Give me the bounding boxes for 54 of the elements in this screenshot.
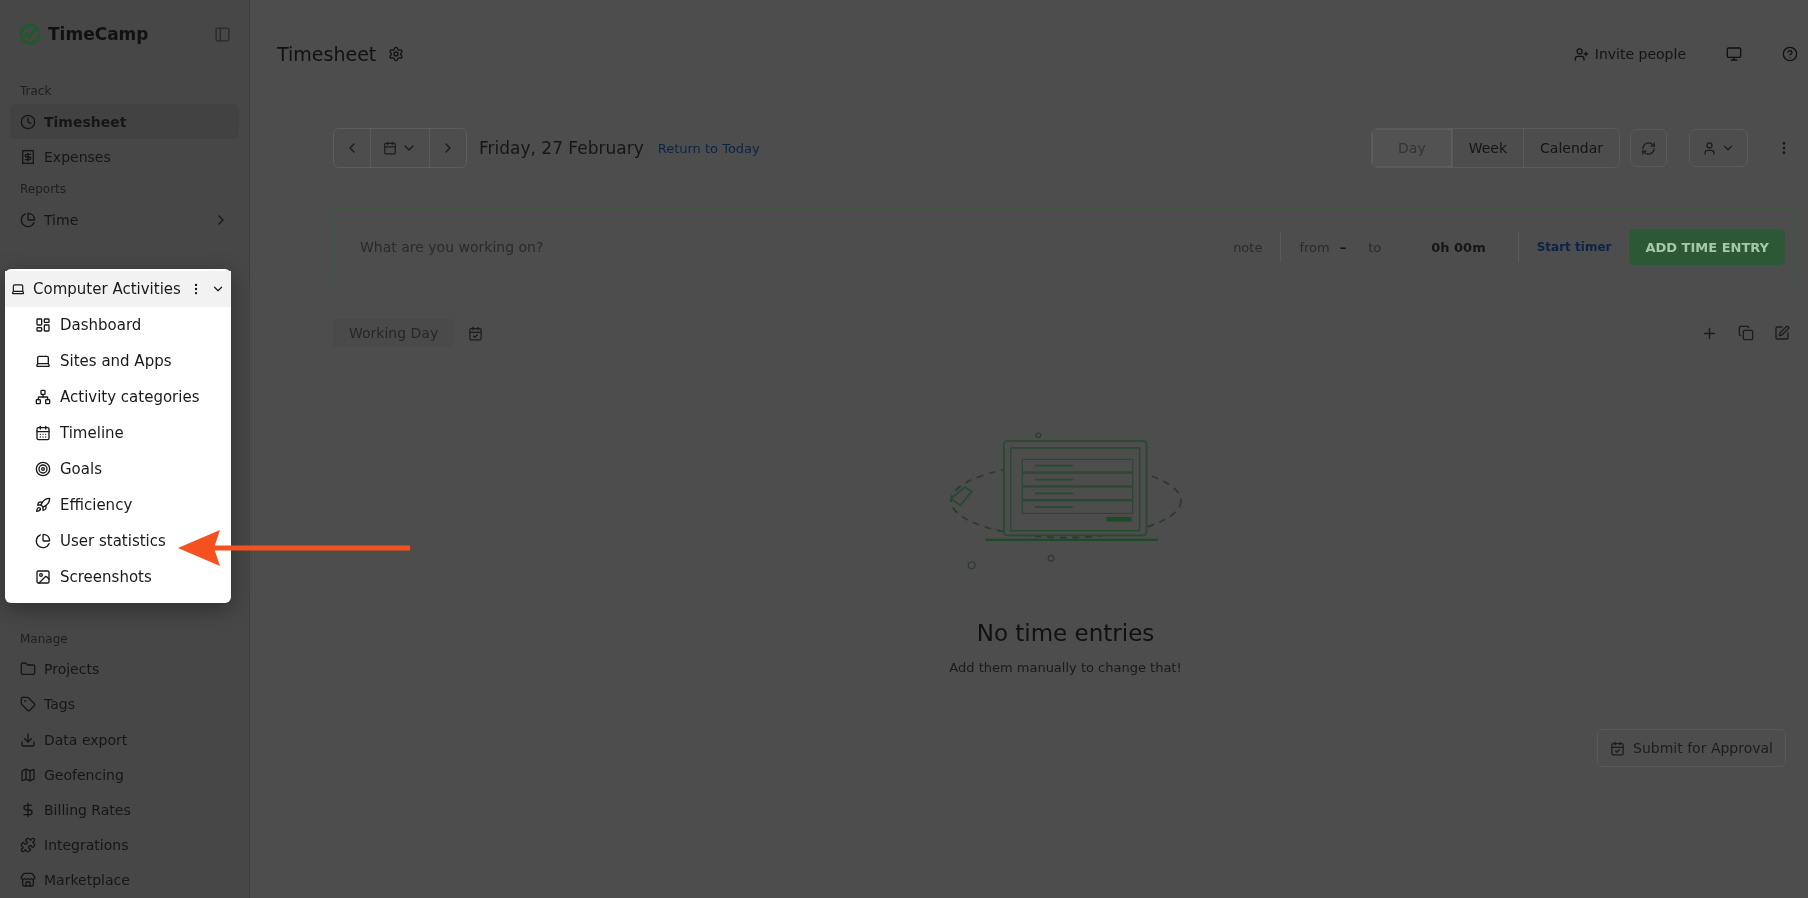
menu-header[interactable]: Computer Activities <box>5 271 231 307</box>
calendar-icon <box>35 425 51 441</box>
menu-item[interactable]: Activity categories <box>5 379 231 415</box>
menu-item[interactable]: Timeline <box>5 415 231 451</box>
pie-chart-icon <box>20 212 36 228</box>
menu-item[interactable]: Screenshots <box>5 559 231 595</box>
refresh-icon <box>1641 140 1656 156</box>
menu-item[interactable]: Efficiency <box>5 487 231 523</box>
empty-state-title: No time entries <box>976 620 1155 646</box>
laptop-icon <box>11 281 26 297</box>
edit-icon[interactable] <box>1774 324 1790 341</box>
laptop-icon <box>35 353 51 369</box>
pie-chart-icon <box>35 533 51 549</box>
add-time-entry-button[interactable]: ADD TIME ENTRY <box>1629 229 1785 265</box>
settings-icon[interactable] <box>388 46 405 62</box>
store-icon <box>20 872 36 889</box>
calendar-check-icon[interactable] <box>468 325 484 341</box>
dollar-icon <box>20 802 36 818</box>
view-tab[interactable]: Calendar <box>1524 129 1619 167</box>
return-to-today-link[interactable]: Return to Today <box>657 140 760 156</box>
menu-item[interactable]: User statistics <box>5 523 231 559</box>
invite-people-link[interactable]: Invite people <box>1594 46 1686 62</box>
calendar-check-icon <box>1610 740 1626 756</box>
duration-value[interactable]: 0h 00m <box>1431 239 1486 255</box>
refresh-button[interactable] <box>1630 129 1667 167</box>
download-icon <box>20 731 36 748</box>
clock-icon <box>20 113 36 130</box>
map-icon <box>20 766 36 783</box>
menu-item[interactable]: Dashboard <box>5 307 231 343</box>
view-tab[interactable]: Week <box>1452 129 1525 167</box>
user-filter-button[interactable] <box>1689 129 1748 167</box>
puzzle-icon <box>20 837 36 854</box>
from-value[interactable]: – <box>1339 239 1347 255</box>
current-date: Friday, 27 February <box>479 138 644 158</box>
rocket-icon <box>35 497 51 513</box>
calendar-icon <box>383 141 397 155</box>
start-timer-button[interactable]: Start timer <box>1530 239 1618 255</box>
help-icon[interactable] <box>1782 46 1798 62</box>
menu-item[interactable]: Sites and Apps <box>5 343 231 379</box>
page-title: Timesheet <box>277 43 377 65</box>
menu-item[interactable]: Goals <box>5 451 231 487</box>
target-icon <box>35 461 51 477</box>
hierarchy-icon <box>35 389 51 405</box>
user-icon <box>1702 140 1717 156</box>
monitor-icon[interactable] <box>1726 46 1742 62</box>
sidebar-toggle-icon[interactable] <box>214 25 231 43</box>
receipt-icon <box>20 148 36 165</box>
tag-icon <box>20 696 36 713</box>
logo-icon <box>18 22 42 46</box>
folder-icon <box>20 661 36 678</box>
image-icon <box>35 569 51 585</box>
dashboard-icon <box>35 317 51 333</box>
user-plus-icon[interactable] <box>1573 46 1589 62</box>
copy-icon[interactable] <box>1738 324 1754 341</box>
